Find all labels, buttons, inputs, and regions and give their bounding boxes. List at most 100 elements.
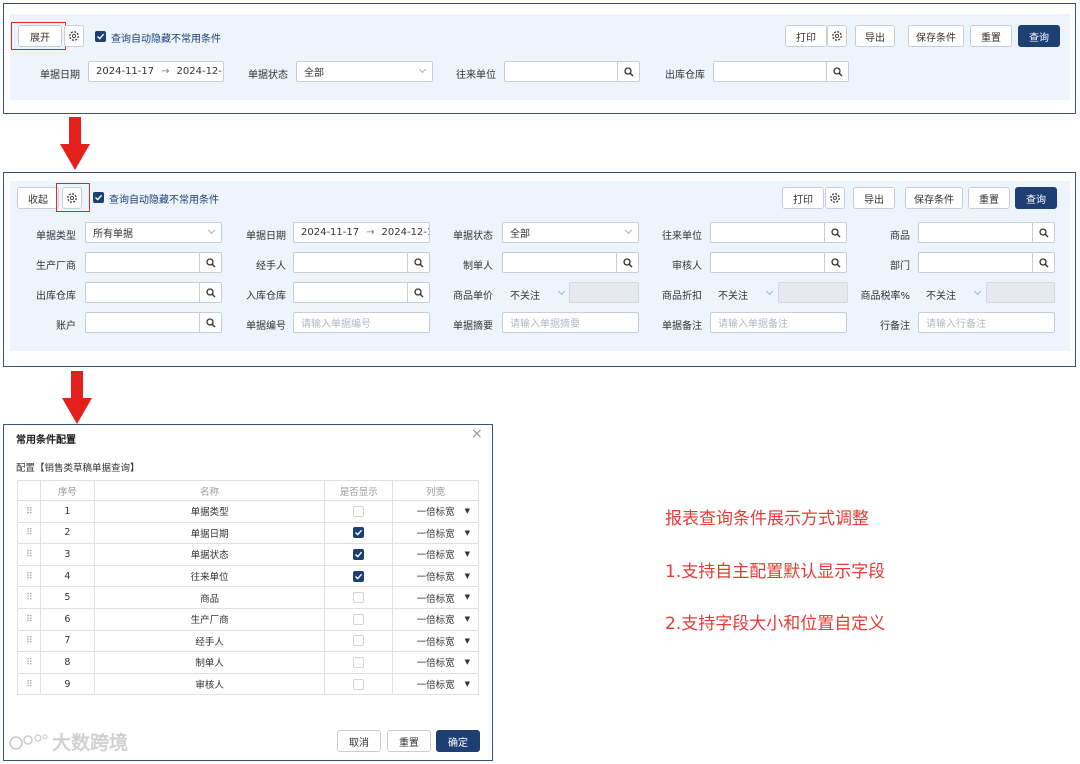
query-button[interactable]: 查询	[1015, 187, 1057, 209]
row-name: 单据日期	[93, 521, 326, 545]
drag-handle[interactable]: ⠿	[17, 500, 41, 523]
drag-handle[interactable]: ⠿	[17, 629, 41, 653]
type-select[interactable]: 所有单据	[85, 222, 222, 243]
handler-input[interactable]	[293, 252, 430, 273]
summary-input[interactable]: 请输入单据摘要	[502, 312, 639, 333]
row-width-select[interactable]: 一倍标宽 ▼	[392, 607, 479, 631]
drag-handle[interactable]: ⠿	[17, 651, 41, 674]
row-width-select[interactable]: 一倍标宽 ▼	[392, 564, 479, 588]
maker-input[interactable]	[85, 252, 222, 273]
query-button[interactable]: 查询	[1018, 25, 1060, 47]
row-width-value: 一倍标宽	[416, 615, 455, 627]
caret-down-icon: ▼	[464, 614, 470, 623]
price-mode-select[interactable]: 不关注	[510, 287, 566, 302]
partner-input[interactable]	[710, 222, 847, 243]
search-icon[interactable]	[1032, 253, 1054, 272]
partner-input[interactable]	[504, 61, 640, 82]
search-icon[interactable]	[1032, 223, 1054, 242]
status-select[interactable]: 全部	[502, 222, 639, 243]
creator-input[interactable]	[502, 252, 639, 273]
type-value: 所有单据	[93, 229, 133, 240]
reset-button[interactable]: 重置	[968, 187, 1010, 209]
show-checkbox[interactable]	[353, 527, 365, 539]
search-icon[interactable]	[199, 283, 221, 302]
discount-mode-select[interactable]: 不关注	[718, 287, 774, 302]
auto-hide-checkbox[interactable]	[95, 31, 106, 42]
out-wh-input[interactable]	[85, 282, 222, 303]
show-checkbox[interactable]	[353, 592, 365, 604]
drag-handle[interactable]: ⠿	[17, 672, 41, 696]
auto-hide-checkbox[interactable]	[93, 192, 104, 203]
export-button[interactable]: 导出	[855, 25, 895, 47]
expand-button[interactable]: 展开	[18, 25, 62, 47]
print-settings-button[interactable]	[827, 25, 847, 47]
account-input[interactable]	[85, 312, 222, 333]
row-name: 制单人	[93, 651, 326, 674]
row-width-select[interactable]: 一倍标宽 ▼	[392, 521, 479, 545]
settings-button[interactable]	[64, 25, 84, 47]
search-icon[interactable]	[199, 253, 221, 272]
ok-button[interactable]: 确定	[436, 730, 480, 752]
drag-handle[interactable]: ⠿	[17, 564, 41, 588]
search-icon[interactable]	[407, 283, 429, 302]
search-icon[interactable]	[824, 253, 846, 272]
warehouse-input[interactable]	[713, 61, 849, 82]
row-width-select[interactable]: 一倍标宽 ▼	[392, 672, 479, 696]
show-checkbox[interactable]	[353, 613, 365, 625]
show-checkbox[interactable]	[353, 505, 365, 517]
tax-mode-select[interactable]: 不关注	[926, 287, 982, 302]
gear-icon	[67, 193, 77, 203]
show-checkbox[interactable]	[353, 678, 365, 690]
show-checkbox[interactable]	[353, 548, 365, 560]
search-icon[interactable]	[824, 223, 846, 242]
auditor-input[interactable]	[710, 252, 847, 273]
search-icon[interactable]	[617, 62, 639, 81]
drag-handle[interactable]: ⠿	[17, 543, 41, 566]
docno-input[interactable]: 请输入单据编号	[293, 312, 430, 333]
date-range-field[interactable]: 2024-11-17 → 2024-12-17	[88, 61, 224, 82]
export-button[interactable]: 导出	[853, 187, 895, 209]
row-width-select[interactable]: 一倍标宽 ▼	[392, 543, 479, 566]
search-icon[interactable]	[826, 62, 848, 81]
row-width-select[interactable]: 一倍标宽 ▼	[392, 629, 479, 653]
drag-handle[interactable]: ⠿	[17, 586, 41, 609]
row-width-select[interactable]: 一倍标宽 ▼	[392, 586, 479, 609]
row-width-select[interactable]: 一倍标宽 ▼	[392, 651, 479, 674]
search-icon[interactable]	[407, 253, 429, 272]
rowremark-input[interactable]: 请输入行备注	[918, 312, 1055, 333]
close-icon[interactable]: ×	[471, 426, 483, 442]
print-button[interactable]: 打印	[782, 187, 824, 209]
search-icon[interactable]	[616, 253, 638, 272]
goods-input[interactable]	[918, 222, 1055, 243]
reset-button[interactable]: 重置	[387, 730, 431, 752]
drag-handle[interactable]: ⠿	[17, 607, 41, 631]
collapse-button[interactable]: 收起	[17, 187, 59, 209]
cancel-button[interactable]: 取消	[337, 730, 381, 752]
row-width-select[interactable]: 一倍标宽 ▼	[392, 500, 479, 523]
drag-handle-icon: ⠿	[26, 528, 33, 539]
print-settings-button[interactable]	[825, 187, 845, 209]
search-icon[interactable]	[199, 313, 221, 332]
show-checkbox[interactable]	[353, 656, 365, 668]
row-width-value: 一倍标宽	[416, 528, 455, 540]
drag-handle-icon: ⠿	[26, 657, 33, 668]
drag-handle[interactable]: ⠿	[17, 521, 41, 545]
date-range-field[interactable]: 2024-11-17 → 2024-12-17	[293, 222, 430, 243]
print-button[interactable]: 打印	[785, 25, 827, 47]
status-select[interactable]: 全部	[296, 61, 433, 82]
summary-label: 单据摘要	[453, 321, 493, 332]
discount-label: 商品折扣	[662, 291, 702, 302]
status-value: 全部	[510, 229, 530, 240]
caret-down-icon: ▼	[464, 593, 470, 602]
reset-button[interactable]: 重置	[970, 25, 1012, 47]
show-checkbox[interactable]	[353, 635, 365, 647]
tax-label: 商品税率%	[860, 291, 910, 302]
remark-input[interactable]: 请输入单据备注	[710, 312, 847, 333]
in-wh-input[interactable]	[293, 282, 430, 303]
show-checkbox[interactable]	[353, 570, 365, 582]
settings-button[interactable]	[62, 187, 82, 209]
save-conditions-button[interactable]: 保存条件	[905, 187, 963, 209]
save-conditions-button[interactable]: 保存条件	[908, 25, 964, 47]
table-row: ⠿ 4 往来单位 一倍标宽 ▼	[17, 564, 479, 588]
dept-input[interactable]	[918, 252, 1055, 273]
